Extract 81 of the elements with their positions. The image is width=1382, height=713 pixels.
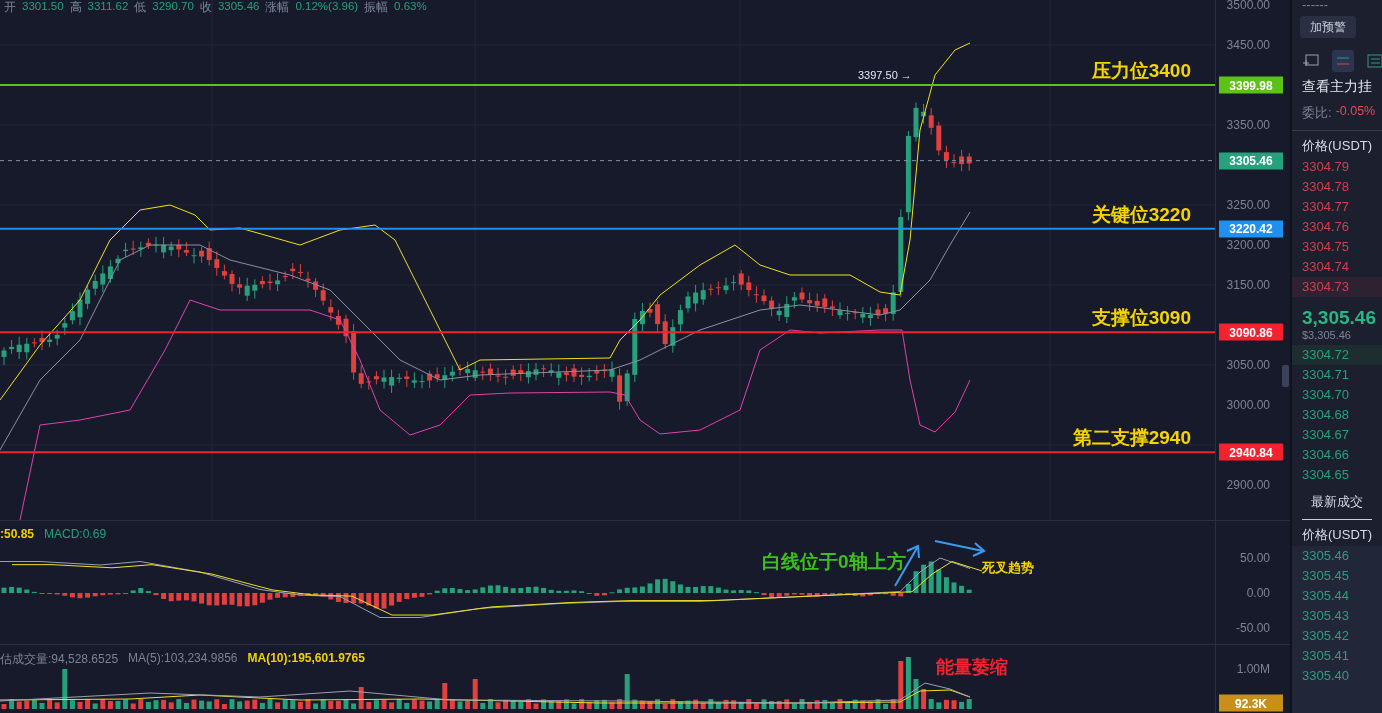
level-label: 第二支撑2940 — [1072, 426, 1191, 451]
level-label: 压力位3400 — [1091, 59, 1191, 83]
axis-tick-label: 3050.00 — [1226, 358, 1270, 372]
ask-price: 3304.79 — [1301, 158, 1350, 176]
trade-price: 3305.43 — [1301, 607, 1350, 625]
view-mode-button[interactable] — [1332, 50, 1354, 72]
high-price-marker: 3397.50 → — [858, 69, 912, 81]
arrow-icon — [934, 540, 986, 557]
axis-tick-label: 3000.00 — [1226, 398, 1270, 412]
last-price-usd: $3,305.46 — [1301, 329, 1352, 343]
bid-price: 3304.70 — [1301, 386, 1350, 404]
ohlc-value: 3290.70 — [152, 0, 194, 14]
current-price-tag: 3305.46 — [1219, 152, 1283, 170]
ohlc-value: 0.12%(3.96) — [295, 0, 359, 14]
axis-tick-label: -50.00 — [1235, 621, 1270, 635]
annotation-text: 能量萎缩 — [936, 656, 1008, 679]
ohlc-value: 3305.46 — [217, 0, 260, 14]
trade-price: 3305.40 — [1301, 667, 1350, 685]
last-price: 3,305.46 — [1301, 306, 1377, 329]
axis-tick-label: 1.00M — [1236, 662, 1270, 676]
level-label: 支撑位3090 — [1091, 306, 1191, 331]
price-tag: 2940.84 — [1219, 443, 1283, 461]
macd-legend: MACD:0.69 — [44, 527, 107, 541]
placeholder-dashes: ------ — [1301, 0, 1329, 14]
list-icon — [1367, 54, 1382, 68]
axis-tick-label: 0.00 — [1246, 586, 1270, 600]
volume-legend: MA(5):103,234.9856 — [128, 651, 238, 668]
bid-price: 3304.66 — [1301, 446, 1350, 464]
volume-legend: MA(10):195,601.9765 — [247, 651, 365, 668]
axis-tick-label: 3350.00 — [1226, 118, 1270, 132]
ohlc-value: 3311.62 — [87, 0, 129, 14]
ohlc-label: 低 — [134, 0, 147, 15]
bid-price: 3304.72 — [1292, 345, 1382, 365]
level-label: 关键位3220 — [1091, 202, 1191, 227]
ask-price: 3304.78 — [1301, 178, 1350, 196]
ask-price: 3304.77 — [1301, 198, 1350, 216]
axis-tick-label: 3450.00 — [1226, 38, 1270, 52]
ask-price: 3304.73 — [1292, 277, 1382, 297]
price-tag: 3399.98 — [1219, 76, 1283, 94]
volume-tag: 92.3K — [1219, 694, 1283, 712]
bid-price: 3304.68 — [1301, 406, 1350, 424]
ohlc-label: 开 — [4, 0, 16, 15]
trade-price: 3305.46 — [1301, 547, 1350, 565]
trade-price: 3305.41 — [1301, 647, 1350, 665]
axis-tick-label: 2900.00 — [1226, 478, 1270, 492]
view-orders-link[interactable]: 查看主力挂 — [1292, 72, 1382, 96]
price-tag: 3090.86 — [1219, 323, 1283, 341]
ohlc-value: 3301.50 — [22, 0, 64, 14]
volume-legend: 估成交量:94,528.6525 — [0, 651, 119, 668]
ohlc-value: 0.63% — [394, 0, 427, 14]
trade-price: 3305.45 — [1301, 567, 1350, 585]
order-book-icon — [1335, 54, 1351, 68]
ask-price: 3304.74 — [1301, 258, 1350, 276]
annotation-text: 白线位于0轴上方 — [762, 550, 906, 574]
trade-price: 3305.44 — [1301, 587, 1350, 605]
axis-tick-label: 3150.00 — [1226, 278, 1270, 292]
ask-price: 3304.76 — [1301, 218, 1350, 236]
bid-price: 3304.65 — [1301, 466, 1350, 484]
ohlc-label: 收 — [199, 0, 212, 15]
axis-tick-label: 50.00 — [1239, 551, 1270, 565]
collapse-handle[interactable] — [1282, 365, 1289, 387]
trade-price: 3305.42 — [1301, 627, 1350, 645]
bid-price: 3304.71 — [1301, 366, 1350, 384]
column-header: 价格(USDT) — [1301, 526, 1374, 544]
trades-tab[interactable]: 最新成交 — [1302, 489, 1372, 520]
ratio-label: 委比: — [1302, 104, 1332, 122]
column-header: 价格(USDT) — [1301, 137, 1374, 155]
axis-tick-label: 3200.00 — [1226, 238, 1270, 252]
window-icon — [1303, 54, 1319, 68]
ohlc-label: 高 — [69, 0, 82, 15]
ohlc-label: 涨幅 — [265, 0, 290, 15]
ratio-value: -0.05% — [1335, 104, 1376, 120]
ask-price: 3304.75 — [1301, 238, 1350, 256]
ohlc-label: 振幅 — [364, 0, 389, 15]
axis-tick-label: 3500.00 — [1226, 0, 1270, 12]
price-tag: 3220.42 — [1219, 220, 1283, 238]
alert-button[interactable]: 加预警 — [1300, 16, 1356, 38]
axis-tick-label: 3250.00 — [1226, 198, 1270, 212]
bid-price: 3304.67 — [1301, 426, 1350, 444]
annotation-text: 死叉趋势 — [982, 559, 1034, 577]
macd-legend: :50.85 — [0, 527, 35, 541]
